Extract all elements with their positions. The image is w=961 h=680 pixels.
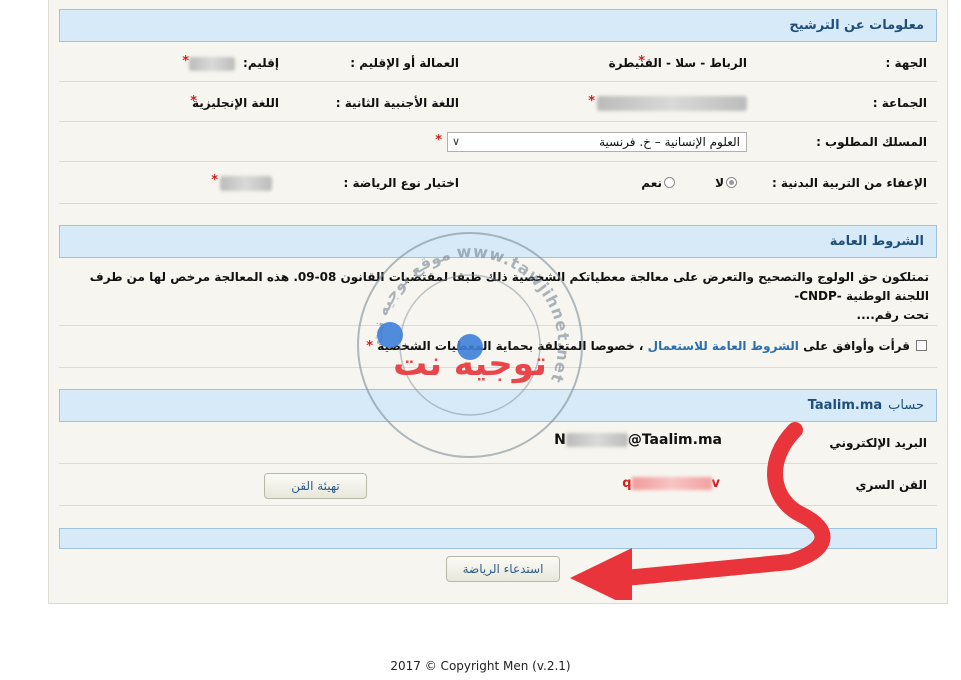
province-required: * (182, 54, 189, 69)
terms-text-row: تمتلكون حق الولوج والتصحيح والتعرض على م… (59, 258, 937, 326)
second-lang-label: اللغة الأجنبية الثانية : (335, 96, 459, 110)
row-track: المسلك المطلوب : العلوم الإنسانية – خ. ف… (59, 122, 937, 162)
pe-yes-label: نعم (641, 176, 662, 190)
track-required: * (435, 133, 442, 148)
sport-type-value-blurred (220, 176, 272, 191)
row-commune: الجماعة : * اللغة الأجنبية الثانية : الل… (59, 82, 937, 122)
agree-checkbox[interactable] (916, 340, 927, 351)
pe-no-label: لا (715, 176, 724, 190)
password-start: q (622, 476, 632, 491)
email-value: N @Taalim.ma (554, 432, 722, 448)
terms-link[interactable]: الشروط العامة للاستعمال (648, 339, 799, 353)
track-selected-value: العلوم الإنسانية – خ. فرنسية (599, 135, 740, 149)
password-blurred-part (631, 477, 712, 490)
password-end: v (711, 476, 720, 491)
terms-text-line2: تحت رقم.... (856, 308, 929, 322)
track-select[interactable]: العلوم الإنسانية – خ. فرنسية ∨ (447, 132, 747, 152)
pe-no-radio[interactable] (726, 177, 737, 188)
terms-paragraph: تمتلكون حق الولوج والتصحيح والتعرض على م… (67, 268, 929, 325)
candidacy-section-header: معلومات عن الترشيح (59, 9, 937, 42)
email-row: البريد الإلكتروني N @Taalim.ma (59, 422, 937, 464)
password-label: القن السري (855, 478, 927, 492)
pe-exempt-label: الإعفاء من التربية البدنية : (771, 176, 927, 190)
reset-code-button[interactable]: تهيئة القن (264, 473, 367, 499)
agreement-text: قرأت وأوافق على الشروط العامة للاستعمال … (366, 339, 910, 354)
province-label: إقليم: (243, 56, 279, 70)
actions-section-header (59, 528, 937, 549)
chevron-down-icon: ∨ (452, 135, 461, 148)
email-blurred-part (565, 433, 628, 447)
agreement-row: قرأت وأوافق على الشروط العامة للاستعمال … (59, 326, 937, 368)
row-region: الجهة : الرباط - سلا - القنيطرة * العمال… (59, 42, 937, 82)
terms-text-line1: تمتلكون حق الولوج والتصحيح والتعرض على م… (89, 270, 929, 303)
email-label: البريد الإلكتروني (829, 436, 927, 450)
sport-type-required: * (211, 173, 218, 188)
region-value: الرباط - سلا - القنيطرة (608, 56, 747, 70)
actions-row: استدعاء الرياضة (59, 549, 937, 595)
account-title-brand: Taalim.ma (807, 398, 883, 413)
province-value-blurred (189, 57, 235, 71)
second-lang-required: * (190, 94, 197, 109)
agree-suffix: ، خصوصا المتعلقة بحماية المعطيات الشخصية (377, 339, 644, 353)
agree-required: * (366, 339, 374, 354)
track-label: المسلك المطلوب : (816, 135, 927, 149)
email-prefix: N (554, 432, 566, 448)
commune-label: الجماعة : (872, 96, 927, 110)
sport-type-label: اختيار نوع الرياضة : (343, 176, 460, 190)
form-container: معلومات عن الترشيح الجهة : الرباط - سلا … (48, 0, 948, 604)
password-value: qv (622, 476, 720, 491)
commune-value-blurred (597, 96, 747, 111)
terms-title: الشروط العامة (829, 234, 924, 249)
summon-sport-button[interactable]: استدعاء الرياضة (446, 556, 560, 582)
terms-section-header: الشروط العامة (59, 225, 937, 258)
agree-prefix: قرأت وأوافق على (803, 339, 910, 353)
password-row: القن السري qv تهيئة القن (59, 464, 937, 506)
row-pe: الإعفاء من التربية البدنية : لا نعم اختي… (59, 162, 937, 204)
region-label: الجهة : (885, 56, 927, 70)
pe-yes-radio[interactable] (664, 177, 675, 188)
account-title-word: حساب (888, 398, 924, 413)
second-lang-value: اللغة الإنجليزية (192, 96, 279, 110)
email-suffix: @Taalim.ma (627, 432, 722, 448)
prefecture-label: العمالة أو الإقليم : (350, 56, 459, 70)
footer-copyright: 2017 © Copyright Men (v.2.1) (390, 659, 571, 673)
commune-required: * (588, 94, 595, 109)
candidacy-title: معلومات عن الترشيح (789, 18, 924, 33)
region-required: * (638, 54, 645, 69)
account-section-header: حساب Taalim.ma (59, 389, 937, 422)
